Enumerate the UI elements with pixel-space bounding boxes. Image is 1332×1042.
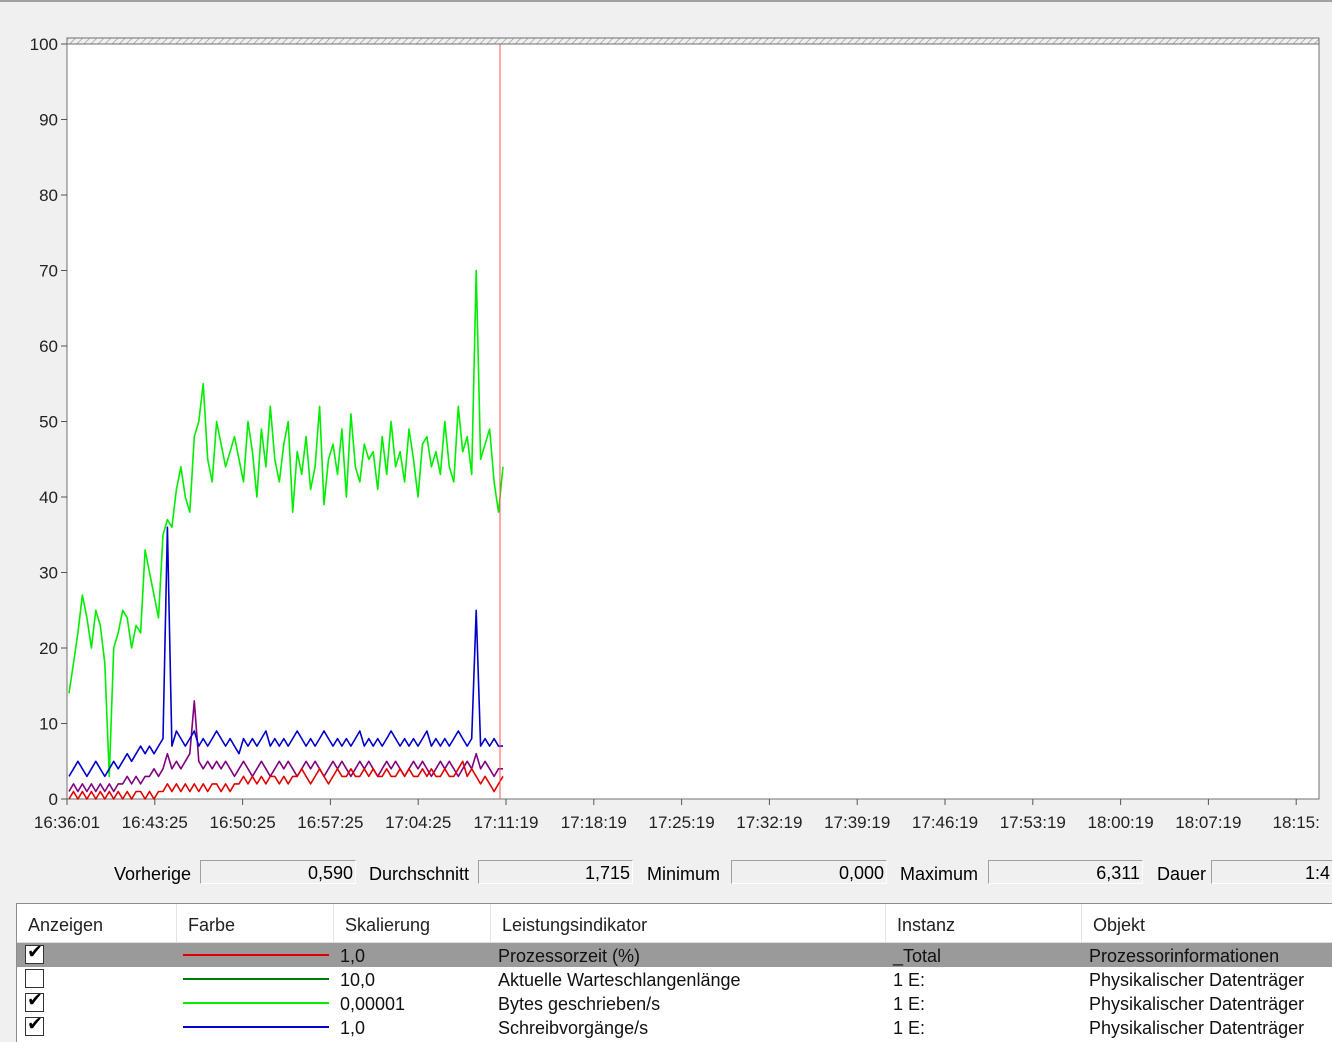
color-swatch [183, 978, 329, 980]
instance-cell: 1 E: [893, 994, 926, 1014]
counter-cell: Aktuelle Warteschlangenlänge [498, 970, 741, 990]
x-tick-label: 18:15: [1273, 813, 1320, 832]
x-tick-label: 17:32:19 [736, 813, 802, 832]
color-swatch [183, 1026, 329, 1028]
y-tick-label: 50 [39, 413, 58, 432]
show-checkbox[interactable]: ✔ [25, 942, 44, 964]
object-cell: Physikalischer Datenträger [1089, 994, 1305, 1014]
counter-legend-table[interactable]: Anzeigen Farbe Skalierung Leistungsindik… [16, 903, 1332, 1042]
average-label: Durchschnitt [369, 864, 470, 884]
instance-cell: 1 E: [893, 1018, 926, 1038]
x-tick-label: 16:57:25 [297, 813, 363, 832]
minimum-label: Minimum [647, 864, 721, 884]
x-tick-label: 16:43:25 [122, 813, 188, 832]
y-tick-label: 90 [39, 111, 58, 130]
x-tick-label: 17:04:25 [385, 813, 451, 832]
statistics-bar: Vorherige 0,590 Durchschnitt 1,715 Minim… [0, 858, 1332, 892]
checkmark-icon: ✔ [27, 990, 43, 1011]
x-tick-label: 17:11:19 [474, 813, 539, 832]
chart-area[interactable]: 0 10 20 30 40 50 60 70 80 90 100 16:36:01 16:43:25 16… [0, 0, 1332, 855]
checkmark-icon: ✔ [27, 1014, 43, 1035]
y-tick-label: 0 [49, 790, 58, 809]
y-tick-label: 40 [39, 488, 58, 507]
legend-header-row: Anzeigen Farbe Skalierung Leistungsindik… [17, 904, 1332, 943]
x-tick-label: 17:46:19 [912, 813, 978, 832]
average-value: 1,715 [478, 860, 633, 884]
color-swatch [183, 954, 329, 956]
column-header-instance[interactable]: Instanz [886, 904, 1082, 942]
previous-label: Vorherige [114, 864, 192, 884]
plot-area [66, 43, 1320, 800]
counter-cell: Prozessorzeit (%) [498, 946, 641, 966]
column-header-color[interactable]: Farbe [177, 904, 334, 942]
duration-label: Dauer [1157, 864, 1207, 884]
x-tick-label: 18:00:19 [1088, 813, 1154, 832]
x-tick-label: 16:50:25 [210, 813, 276, 832]
y-tick-label: 20 [39, 639, 58, 658]
scale-cell: 0,00001 [340, 994, 406, 1014]
counter-cell: Bytes geschrieben/s [498, 994, 661, 1014]
show-checkbox[interactable] [25, 969, 44, 988]
y-tick-label: 80 [39, 186, 58, 205]
maximum-value: 6,311 [988, 860, 1143, 884]
object-cell: Physikalischer Datenträger [1089, 970, 1305, 990]
scale-cell: 10,0 [340, 970, 376, 990]
x-tick-label: 16:36:01 [34, 813, 100, 832]
x-tick-label: 18:07:19 [1175, 813, 1241, 832]
maximum-label: Maximum [900, 864, 979, 884]
previous-value: 0,590 [200, 860, 356, 884]
instance-cell: _Total [893, 946, 942, 966]
column-header-object[interactable]: Objekt [1082, 904, 1332, 942]
y-tick-label: 70 [39, 262, 58, 281]
y-tick-label: 30 [39, 564, 58, 583]
object-cell: Prozessorinformationen [1089, 946, 1280, 966]
legend-row[interactable]: ✔ 0,00001 Bytes geschrieben/s 1 E: Physikali… [17, 991, 1332, 1015]
x-tick-label: 17:25:19 [649, 813, 715, 832]
checkmark-icon: ✔ [27, 942, 43, 963]
column-header-counter[interactable]: Leistungsindikator [491, 904, 886, 942]
duration-value: 1:4 [1211, 860, 1332, 884]
y-tick-label: 60 [39, 337, 58, 356]
x-tick-label: 17:39:19 [824, 813, 890, 832]
scale-cell: 1,0 [340, 1018, 366, 1038]
legend-row[interactable]: 10,0 Aktuelle Warteschlangenlänge 1 E: Phys… [17, 967, 1332, 991]
performance-graph[interactable]: 0 10 20 30 40 50 60 70 80 90 100 16:36:01 16:43:25 16… [0, 0, 1332, 850]
y-tick-label: 10 [39, 715, 58, 734]
instance-cell: 1 E: [893, 970, 926, 990]
minimum-value: 0,000 [731, 860, 887, 884]
column-header-show[interactable]: Anzeigen [17, 904, 177, 942]
legend-row[interactable]: ✔ 1,0 Schreibvorgänge/s 1 E: Physikalischer … [17, 1015, 1332, 1039]
object-cell: Physikalischer Datenträger [1089, 1018, 1305, 1038]
column-header-scale[interactable]: Skalierung [334, 904, 491, 942]
y-tick-label: 100 [30, 35, 58, 54]
color-swatch [183, 1002, 329, 1004]
legend-row[interactable]: ✔ 1,0 Prozessorzeit (%) _Total Prozessorinfo… [17, 943, 1332, 967]
hatch-strip [66, 37, 1320, 45]
x-tick-label: 17:53:19 [1000, 813, 1066, 832]
x-tick-label: 17:18:19 [561, 813, 627, 832]
show-checkbox[interactable]: ✔ [25, 1014, 44, 1036]
show-checkbox[interactable]: ✔ [25, 990, 44, 1012]
scale-cell: 1,0 [340, 946, 366, 966]
counter-cell: Schreibvorgänge/s [498, 1018, 649, 1038]
